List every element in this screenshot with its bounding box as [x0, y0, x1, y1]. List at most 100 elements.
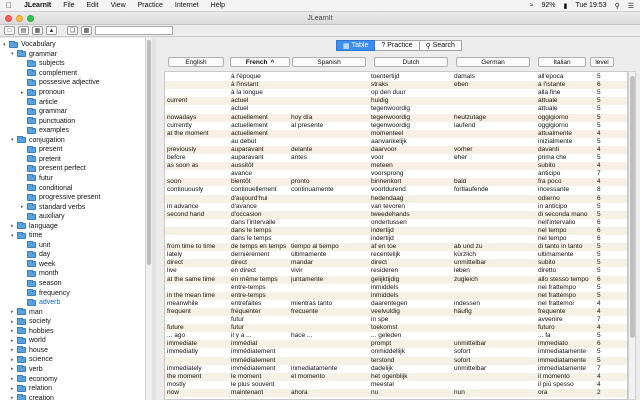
table-row[interactable]: future futur toekomst futuro 4: [165, 324, 627, 333]
table-row[interactable]: second hand d'occasion tweedehands di secon…: [165, 210, 627, 219]
table-cell-french[interactable]: le plus souvent: [231, 381, 291, 389]
tree-node[interactable]: ▸ science: [11, 355, 53, 365]
table-cell-level[interactable]: 4: [597, 324, 621, 332]
table-cell-english[interactable]: [167, 357, 229, 365]
table-cell-level[interactable]: 5: [597, 292, 621, 300]
table-cell-level[interactable]: 4: [597, 162, 621, 170]
table-cell-english[interactable]: immediately: [167, 365, 229, 373]
new-file-icon[interactable]: □: [4, 26, 15, 35]
table-cell-spanish[interactable]: al presente: [291, 122, 357, 130]
table-cell-french[interactable]: aussitôt: [231, 162, 291, 170]
table-cell-dutch[interactable]: prompt: [371, 340, 453, 348]
table-cell-german[interactable]: ab und zu: [454, 243, 534, 251]
table-cell-dutch[interactable]: binnenkort: [371, 178, 453, 186]
column-header-french[interactable]: French ^: [230, 57, 290, 67]
menu-list-icon[interactable]: ☰: [628, 2, 634, 10]
tree-node[interactable]: ▸ hobbies: [11, 327, 54, 337]
tree-node[interactable]: ▾ conjugation: [11, 136, 65, 146]
tree-node[interactable]: futur: [21, 174, 53, 184]
table-row[interactable]: avance voorsprong anticipo 7: [165, 170, 627, 178]
table-row[interactable]: entre-temps inmiddels nel frattempo 5: [165, 284, 627, 292]
tree-node[interactable]: ▾ grammar: [11, 50, 57, 60]
tree-node[interactable]: adverb: [21, 298, 60, 308]
tree-node[interactable]: week: [21, 260, 55, 270]
battery-icon[interactable]: ▮: [563, 2, 567, 10]
clock[interactable]: Tue 19:53: [575, 2, 606, 9]
table-cell-level[interactable]: 7: [597, 316, 621, 324]
table-cell-spanish[interactable]: [291, 138, 357, 146]
table-cell-dutch[interactable]: het ogenblijk: [371, 373, 453, 381]
column-header-spanish[interactable]: Spanish: [292, 57, 366, 67]
table-cell-english[interactable]: before: [167, 154, 229, 162]
table-cell-german[interactable]: zugleich: [454, 276, 534, 284]
table-cell-german[interactable]: häufig: [454, 308, 534, 316]
table-cell-english[interactable]: future: [167, 324, 229, 332]
table-cell-italian[interactable]: avvenire: [538, 316, 604, 324]
table-cell-english[interactable]: [167, 227, 229, 235]
table-cell-french[interactable]: actuellement: [231, 130, 291, 138]
copy-icon[interactable]: ❏: [67, 26, 78, 35]
table-cell-spanish[interactable]: juntamente: [291, 276, 357, 284]
table-cell-german[interactable]: [454, 332, 534, 340]
table-cell-spanish[interactable]: [291, 211, 357, 219]
table-cell-english[interactable]: second hand: [167, 211, 229, 219]
table-cell-german[interactable]: [454, 170, 534, 178]
tree-node[interactable]: preterit: [21, 155, 61, 165]
table-cell-level[interactable]: 6: [597, 340, 621, 348]
table-row[interactable]: à l'époque toentertijd damals all'epoca 5: [165, 73, 627, 81]
table-cell-dutch[interactable]: af en toe: [371, 243, 453, 251]
table-cell-english[interactable]: as soon as: [167, 162, 229, 170]
table-cell-german[interactable]: [454, 292, 534, 300]
table-row[interactable]: dans le temps indertijd nel tempo 6: [165, 226, 627, 235]
table-cell-german[interactable]: laufend: [454, 122, 534, 130]
table-cell-dutch[interactable]: gelijktijdig: [371, 276, 453, 284]
table-cell-italian[interactable]: allo stesso tempo: [538, 276, 604, 284]
table-cell-level[interactable]: 5: [597, 89, 621, 97]
table-row[interactable]: direct direct mandar direct unmittelbar subit…: [165, 259, 627, 268]
table-cell-level[interactable]: 4: [597, 146, 621, 154]
table-row[interactable]: in advance d'avance van tevoren in anticipo…: [165, 203, 627, 211]
table-cell-english[interactable]: the moment: [167, 373, 229, 381]
table-cell-french[interactable]: bientôt: [231, 178, 291, 186]
table-cell-english[interactable]: previously: [167, 146, 229, 154]
table-cell-dutch[interactable]: tegenwoordig: [371, 122, 453, 130]
table-cell-level[interactable]: 6: [597, 219, 621, 227]
table-cell-italian[interactable]: immediatamente: [538, 348, 604, 356]
table-cell-dutch[interactable]: aanvankelijk: [371, 138, 453, 146]
table-cell-french[interactable]: direct: [231, 259, 291, 267]
table-cell-spanish[interactable]: [291, 219, 357, 227]
tree-node[interactable]: present: [21, 145, 62, 155]
tree-node[interactable]: season: [21, 279, 62, 289]
tree-node[interactable]: ▸ standard verbs: [21, 202, 85, 212]
table-cell-dutch[interactable]: nu: [371, 389, 453, 397]
tab-search[interactable]: ⚲ Search: [419, 40, 462, 51]
table-cell-english[interactable]: current: [167, 97, 229, 105]
table-cell-spanish[interactable]: [291, 227, 357, 235]
table-cell-dutch[interactable]: meteen: [371, 162, 453, 170]
table-cell-dutch[interactable]: voor: [371, 154, 453, 162]
table-row[interactable]: at the moment actuellement momenteel attual…: [165, 129, 627, 138]
table-cell-french[interactable]: dans le temps: [231, 235, 291, 243]
table-cell-french[interactable]: dans le temps: [231, 227, 291, 235]
table-cell-german[interactable]: [454, 89, 534, 97]
menu-app-name[interactable]: JLearnIt: [24, 2, 51, 9]
tree-node[interactable]: article: [21, 97, 58, 107]
table-cell-level[interactable]: 5: [597, 73, 621, 81]
table-cell-german[interactable]: [454, 195, 534, 203]
table-cell-spanish[interactable]: [291, 105, 357, 113]
tree-node[interactable]: ▸ verb: [11, 365, 43, 375]
table-cell-spanish[interactable]: [291, 284, 357, 292]
table-cell-spanish[interactable]: inmediatamente: [291, 365, 357, 373]
table-cell-dutch[interactable]: straks: [371, 81, 453, 89]
table-cell-spanish[interactable]: [291, 162, 357, 170]
tree-node[interactable]: ▸ society: [11, 317, 51, 327]
table-cell-italian[interactable]: incessante: [538, 186, 604, 194]
table-cell-spanish[interactable]: mandar: [291, 259, 357, 267]
table-cell-german[interactable]: fortlaufende: [454, 186, 534, 194]
table-cell-dutch[interactable]: meestal: [371, 381, 453, 389]
table-row[interactable]: now maintenant ahora nu nun ora 2: [165, 388, 627, 397]
table-cell-english[interactable]: now: [167, 389, 229, 397]
table-row[interactable]: frequent fréquenter frecuente veelvuldig häu…: [165, 307, 627, 316]
table-cell-level[interactable]: 5: [597, 114, 621, 122]
table-cell-spanish[interactable]: [291, 348, 357, 356]
